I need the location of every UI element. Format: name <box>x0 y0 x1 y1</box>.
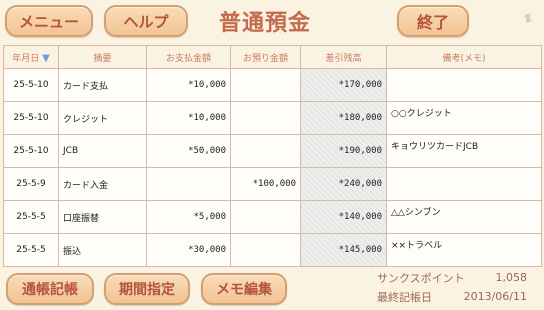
cell-date: 25-5-10 <box>3 101 59 135</box>
cell-deposit <box>230 68 301 102</box>
cell-memo[interactable] <box>386 167 542 201</box>
table-row[interactable]: 25-5-10 JCB *50,000 *190,000 キョウリツカードJCB <box>3 134 542 168</box>
cell-date: 25-5-5 <box>3 200 59 234</box>
passbook-entry-button[interactable]: 通帳記帳 <box>6 273 94 305</box>
points-row: サンクスポイント 1,058 <box>377 268 527 287</box>
cell-description: クレジット <box>58 101 147 135</box>
column-header-date[interactable]: 年月日 ▼ <box>3 45 59 69</box>
cell-memo[interactable]: キョウリツカードJCB <box>386 134 542 168</box>
cell-payment: *30,000 <box>146 233 231 267</box>
column-header-label: 年月日 <box>12 53 40 64</box>
table-row[interactable]: 25-5-10 カード支払 *10,000 *170,000 <box>3 68 542 102</box>
account-info-panel: サンクスポイント 1,058 最終記帳日 2013/06/11 <box>377 268 527 308</box>
cell-balance: *170,000 <box>300 68 387 102</box>
cell-memo[interactable]: ××トラベル <box>386 233 542 267</box>
cell-deposit <box>230 134 301 168</box>
points-value: 1,058 <box>495 271 528 284</box>
cell-balance: *140,000 <box>300 200 387 234</box>
cell-description: 口座振替 <box>58 200 147 234</box>
cell-description: カード支払 <box>58 68 147 102</box>
cell-balance: *240,000 <box>300 167 387 201</box>
scroll-indicator-icon: ⥮ <box>523 12 533 26</box>
transaction-table: 年月日 ▼ 摘要 お支払金額 お預り金額 差引残高 備考(メモ) 25-5-10… <box>3 45 542 267</box>
last-entry-label: 最終記帳日 <box>377 290 432 304</box>
column-header-deposit: お預り金額 <box>230 45 301 69</box>
cell-deposit <box>230 101 301 135</box>
cell-payment: *5,000 <box>146 200 231 234</box>
cell-payment: *50,000 <box>146 134 231 168</box>
cell-description: JCB <box>58 134 147 168</box>
menu-button[interactable]: メニュー <box>5 5 93 37</box>
table-row[interactable]: 25-5-5 口座振替 *5,000 *140,000 △△シンブン <box>3 200 542 234</box>
cell-deposit: *100,000 <box>230 167 301 201</box>
cell-date: 25-5-10 <box>3 134 59 168</box>
column-header-memo: 備考(メモ) <box>386 45 542 69</box>
memo-edit-button[interactable]: メモ編集 <box>201 273 287 305</box>
cell-payment: *10,000 <box>146 101 231 135</box>
cell-balance: *190,000 <box>300 134 387 168</box>
cell-balance: *145,000 <box>300 233 387 267</box>
cell-deposit <box>230 233 301 267</box>
cell-payment <box>146 167 231 201</box>
cell-date: 25-5-5 <box>3 233 59 267</box>
page-title: 普通預金 <box>218 11 311 36</box>
period-select-button[interactable]: 期間指定 <box>104 273 190 305</box>
table-row[interactable]: 25-5-9 カード入金 *100,000 *240,000 <box>3 167 542 201</box>
cell-description: 振込 <box>58 233 147 267</box>
cell-date: 25-5-10 <box>3 68 59 102</box>
cell-deposit <box>230 200 301 234</box>
cell-description: カード入金 <box>58 167 147 201</box>
points-label: サンクスポイント <box>377 271 465 285</box>
last-entry-row: 最終記帳日 2013/06/11 <box>377 287 527 306</box>
cell-memo[interactable] <box>386 68 542 102</box>
last-entry-value: 2013/06/11 <box>463 290 527 303</box>
cell-balance: *180,000 <box>300 101 387 135</box>
table-header-row: 年月日 ▼ 摘要 お支払金額 お預り金額 差引残高 備考(メモ) <box>3 45 542 69</box>
cell-memo[interactable]: △△シンブン <box>386 200 542 234</box>
column-header-description: 摘要 <box>58 45 147 69</box>
cell-date: 25-5-9 <box>3 167 59 201</box>
cell-payment: *10,000 <box>146 68 231 102</box>
sort-desc-icon[interactable]: ▼ <box>42 53 50 64</box>
table-row[interactable]: 25-5-10 クレジット *10,000 *180,000 ○○クレジット <box>3 101 542 135</box>
column-header-balance: 差引残高 <box>300 45 387 69</box>
cell-memo[interactable]: ○○クレジット <box>386 101 542 135</box>
exit-button[interactable]: 終了 <box>397 5 469 37</box>
table-row[interactable]: 25-5-5 振込 *30,000 *145,000 ××トラベル <box>3 233 542 267</box>
help-button[interactable]: ヘルプ <box>104 5 188 37</box>
column-header-payment: お支払金額 <box>146 45 231 69</box>
